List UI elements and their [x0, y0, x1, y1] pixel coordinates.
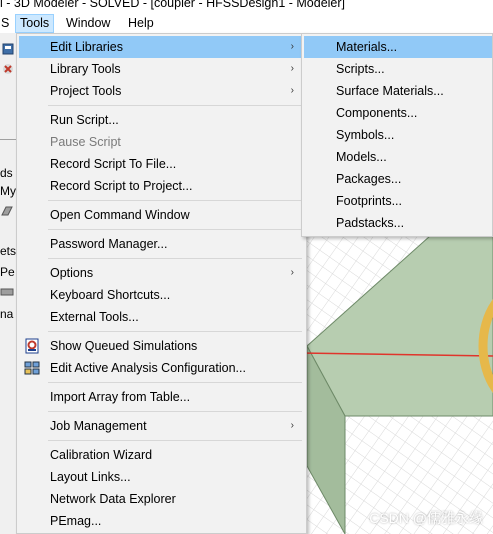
submenu-item-symbols[interactable]: Symbols... — [304, 124, 492, 146]
analysis-config-icon — [24, 361, 40, 375]
queue-icon — [25, 338, 39, 354]
submenu-item-footprints[interactable]: Footprints... — [304, 190, 492, 212]
menu-separator — [48, 258, 302, 259]
menu-separator — [48, 200, 302, 201]
tree-fragment: My — [0, 184, 16, 198]
menu-item-record-script-project[interactable]: Record Script to Project... — [19, 175, 304, 197]
menu-item-label: Run Script... — [50, 113, 119, 127]
menu-bar: S Tools Window Help — [0, 14, 493, 33]
menu-separator — [48, 382, 302, 383]
menu-item-label: Open Command Window — [50, 208, 190, 222]
menu-item-label: Layout Links... — [50, 470, 131, 484]
menu-item-calibration-wizard[interactable]: Calibration Wizard — [19, 444, 304, 466]
menu-window[interactable]: Window — [62, 14, 114, 33]
menu-item-job-management[interactable]: Job Management › — [19, 415, 304, 437]
menu-item-external-tools[interactable]: External Tools... — [19, 306, 304, 328]
menu-item-label: Edit Active Analysis Configuration... — [50, 361, 246, 375]
submenu-item-materials[interactable]: Materials... — [304, 36, 492, 58]
title-bar: l - 3D Modeler - SOLVED - [coupler - HFS… — [0, 0, 493, 14]
toolbar-icon[interactable] — [2, 43, 14, 55]
menu-item-label: Project Tools — [50, 84, 122, 98]
menu-item-edit-libraries[interactable]: Edit Libraries › — [19, 36, 304, 58]
delete-icon[interactable] — [2, 63, 14, 75]
menu-item-edit-analysis-config[interactable]: Edit Active Analysis Configuration... — [19, 357, 304, 379]
menu-item-pause-script: Pause Script — [19, 131, 304, 153]
model-drawing — [300, 236, 493, 534]
tree-fragment: ets — [0, 244, 17, 258]
menu-item-label: Pause Script — [50, 135, 121, 149]
menu-item-label: Library Tools — [50, 62, 121, 76]
menu-item-library-tools[interactable]: Library Tools › — [19, 58, 304, 80]
menu-item-run-script[interactable]: Run Script... — [19, 109, 304, 131]
submenu-item-components[interactable]: Components... — [304, 102, 492, 124]
submenu-item-scripts[interactable]: Scripts... — [304, 58, 492, 80]
window-title: l - 3D Modeler - SOLVED - [coupler - HFS… — [0, 0, 346, 10]
menu-item-network-data-explorer[interactable]: Network Data Explorer — [19, 488, 304, 510]
menu-item-layout-links[interactable]: Layout Links... — [19, 466, 304, 488]
menu-item-label: Job Management — [50, 419, 147, 433]
menu-help[interactable]: Help — [124, 14, 158, 33]
menu-item-label: Keyboard Shortcuts... — [50, 288, 171, 302]
tree-fragment: ds — [0, 166, 13, 180]
screen: l - 3D Modeler - SOLVED - [coupler - HFS… — [0, 0, 493, 534]
menu-item-label: Show Queued Simulations — [50, 339, 198, 353]
submenu-arrow-icon: › — [290, 267, 294, 278]
submenu-arrow-icon: › — [290, 420, 294, 431]
submenu-arrow-icon: › — [290, 63, 294, 74]
menu-separator — [48, 411, 302, 412]
tree-fragment: Pe — [0, 265, 15, 279]
menu-item-password-manager[interactable]: Password Manager... — [19, 233, 304, 255]
menu-s[interactable]: S — [0, 14, 13, 33]
menu-item-label: Network Data Explorer — [50, 492, 176, 506]
menu-item-pemag[interactable]: PEmag... — [19, 510, 304, 532]
tools-menu: Edit Libraries › Library Tools › Project… — [16, 33, 307, 534]
panel-divider — [0, 139, 16, 140]
menu-item-import-array[interactable]: Import Array from Table... — [19, 386, 304, 408]
tree-fragment: na — [0, 307, 14, 321]
object-icon — [1, 206, 13, 216]
submenu-item-padstacks[interactable]: Padstacks... — [304, 212, 492, 234]
menu-item-options[interactable]: Options › — [19, 262, 304, 284]
edit-libraries-submenu: Materials... Scripts... Surface Material… — [301, 33, 493, 237]
menu-item-keyboard-shortcuts[interactable]: Keyboard Shortcuts... — [19, 284, 304, 306]
menu-item-label: Record Script To File... — [50, 157, 177, 171]
submenu-arrow-icon: › — [290, 41, 294, 52]
menu-item-record-script-file[interactable]: Record Script To File... — [19, 153, 304, 175]
menu-separator — [48, 105, 302, 106]
menu-item-open-command-window[interactable]: Open Command Window — [19, 204, 304, 226]
menu-item-label: Calibration Wizard — [50, 448, 153, 462]
menu-tools[interactable]: Tools — [15, 14, 55, 33]
menu-item-label: Edit Libraries — [50, 40, 123, 54]
object-icon — [0, 288, 14, 296]
menu-item-label: PEmag... — [50, 514, 102, 528]
submenu-item-packages[interactable]: Packages... — [304, 168, 492, 190]
watermark: CSDN @儒雅永缘 — [369, 510, 483, 526]
left-panel: ds My ets Pe na — [0, 33, 16, 534]
modeler-viewport[interactable] — [300, 236, 493, 534]
submenu-item-models[interactable]: Models... — [304, 146, 492, 168]
menu-item-label: Password Manager... — [50, 237, 168, 251]
menu-item-label: Record Script to Project... — [50, 179, 193, 193]
menu-item-label: Import Array from Table... — [50, 390, 191, 404]
submenu-item-surface-materials[interactable]: Surface Materials... — [304, 80, 492, 102]
menu-item-show-queued-simulations[interactable]: Show Queued Simulations — [19, 335, 304, 357]
menu-item-label: External Tools... — [50, 310, 139, 324]
menu-item-project-tools[interactable]: Project Tools › — [19, 80, 304, 102]
menu-item-label: Options — [50, 266, 94, 280]
submenu-arrow-icon: › — [290, 85, 294, 96]
menu-separator — [48, 440, 302, 441]
menu-separator — [48, 229, 302, 230]
menu-separator — [48, 331, 302, 332]
